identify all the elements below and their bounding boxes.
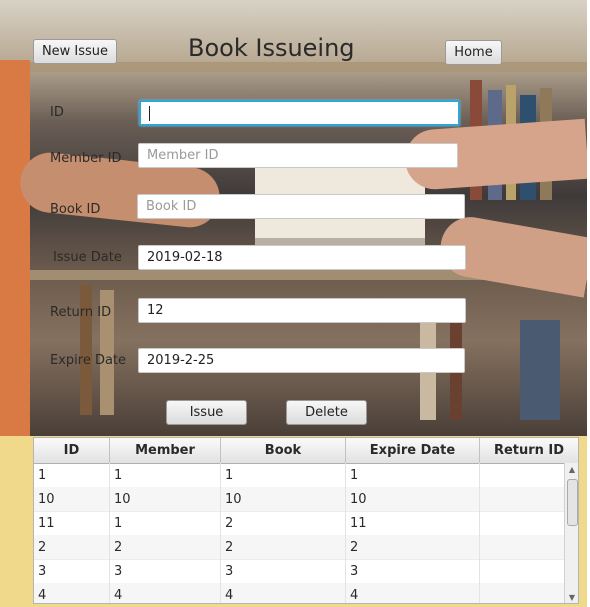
table-row[interactable]: 10 10 10 10 — [34, 487, 564, 512]
cell-member: 1 — [110, 511, 221, 535]
cell-book: 2 — [221, 535, 346, 559]
cell-member: 1 — [110, 463, 221, 487]
return-id-label: Return ID — [50, 305, 112, 320]
cell-book: 2 — [221, 511, 346, 535]
id-field[interactable] — [139, 100, 460, 126]
cell-book: 4 — [221, 583, 346, 603]
column-header-id[interactable]: ID — [34, 438, 110, 463]
return-id-field[interactable]: 12 — [138, 298, 466, 323]
cell-member: 2 — [110, 535, 221, 559]
column-header-book[interactable]: Book — [221, 438, 346, 463]
cell-id: 3 — [34, 559, 110, 583]
scroll-down-arrow-icon[interactable]: ▼ — [565, 591, 578, 603]
issue-date-field[interactable]: 2019-02-18 — [138, 245, 466, 270]
cell-return-id — [480, 487, 564, 511]
cell-expire-date: 11 — [346, 511, 480, 535]
cell-return-id — [480, 511, 564, 535]
cell-expire-date: 3 — [346, 559, 480, 583]
issue-table[interactable]: ID Member Book Expire Date Return ID 1 1… — [33, 437, 579, 604]
book-id-label: Book ID — [50, 202, 101, 217]
issue-date-label: Issue Date — [53, 250, 122, 265]
scroll-up-arrow-icon[interactable]: ▲ — [565, 463, 578, 475]
cell-return-id — [480, 463, 564, 487]
issue-button[interactable]: Issue — [166, 400, 247, 425]
table-row[interactable]: 2 2 2 2 — [34, 535, 564, 560]
text-caret — [149, 105, 150, 121]
member-id-field[interactable]: Member ID — [138, 143, 458, 168]
table-header: ID Member Book Expire Date Return ID — [34, 438, 578, 464]
cell-expire-date: 1 — [346, 463, 480, 487]
new-issue-button[interactable]: New Issue — [33, 39, 117, 64]
cell-return-id — [480, 559, 564, 583]
cell-book: 10 — [221, 487, 346, 511]
cell-return-id — [480, 583, 564, 603]
person-arm-left — [0, 60, 30, 436]
book-id-field[interactable]: Book ID — [137, 194, 465, 219]
table-row[interactable]: 1 1 1 1 — [34, 463, 564, 488]
page-title: Book Issueing — [188, 34, 355, 62]
expire-date-label: Expire Date — [50, 353, 127, 368]
cell-id: 11 — [34, 511, 110, 535]
cell-member: 3 — [110, 559, 221, 583]
cell-id: 4 — [34, 583, 110, 603]
table-row[interactable]: 3 3 3 3 — [34, 559, 564, 584]
cell-id: 2 — [34, 535, 110, 559]
delete-button[interactable]: Delete — [286, 400, 367, 425]
cell-expire-date: 2 — [346, 535, 480, 559]
cell-expire-date: 10 — [346, 487, 480, 511]
table-row[interactable]: 4 4 4 4 — [34, 583, 564, 603]
expire-date-field[interactable]: 2019-2-25 — [138, 348, 465, 373]
cell-id: 1 — [34, 463, 110, 487]
cell-member: 4 — [110, 583, 221, 603]
cell-book: 3 — [221, 559, 346, 583]
cell-book: 1 — [221, 463, 346, 487]
column-header-return-id[interactable]: Return ID — [480, 438, 578, 463]
home-button[interactable]: Home — [445, 40, 502, 65]
column-header-expire-date[interactable]: Expire Date — [346, 438, 480, 463]
scrollbar-thumb[interactable] — [567, 479, 578, 526]
table-row[interactable]: 11 1 2 11 — [34, 511, 564, 536]
id-label: ID — [50, 105, 64, 120]
table-scrollbar[interactable]: ▲ ▼ — [564, 463, 578, 603]
column-header-member[interactable]: Member — [110, 438, 221, 463]
cell-return-id — [480, 535, 564, 559]
cell-id: 10 — [34, 487, 110, 511]
cell-expire-date: 4 — [346, 583, 480, 603]
cell-member: 10 — [110, 487, 221, 511]
member-id-label: Member ID — [50, 151, 122, 166]
